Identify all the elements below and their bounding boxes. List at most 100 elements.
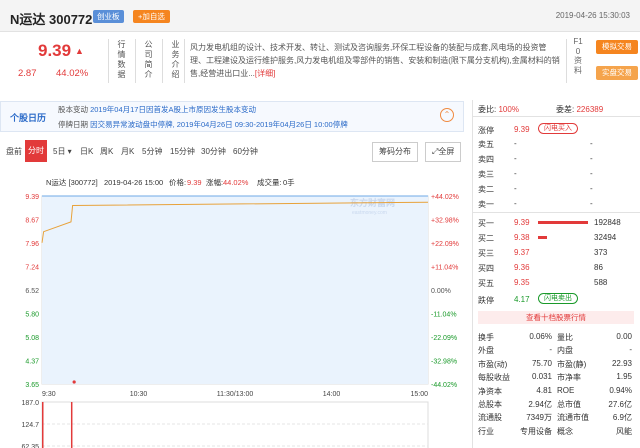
stat-value: 7349万 (526, 413, 552, 423)
divider (566, 39, 567, 83)
stat-value: 0.00 (616, 332, 632, 341)
tab-5day[interactable]: 5日 ▾ (53, 146, 72, 157)
tab-weekly-k[interactable]: 周K (100, 146, 113, 157)
divider (135, 39, 136, 83)
y-tick-label-left: 5.08 (25, 335, 39, 342)
event-key: 停牌日期 (58, 120, 88, 129)
buy-level-price: 9.39 (514, 218, 530, 227)
calendar-event-capital: 股本变动 2019年04月17日因首发A股上市原因发生股本变动 (58, 104, 256, 115)
sell-level-label: 卖二 (478, 185, 494, 194)
volume-tick-label: 62.35 (21, 444, 39, 448)
intraday-chart[interactable]: N运达 [300772] 2019-04-26 15:00 价格: 9.39 涨… (0, 174, 470, 448)
fullscreen-button[interactable]: ⤢全屏 (425, 142, 462, 162)
tab-60min[interactable]: 60分钟 (233, 146, 258, 157)
stat-value: 0.94% (609, 385, 632, 395)
stat-value: 75.70 (531, 358, 552, 368)
price-area-fill (42, 196, 428, 384)
event-marker (72, 380, 76, 384)
tab-business-intro[interactable]: 业务介绍 (170, 40, 181, 80)
chip-distribution-button[interactable]: 筹码分布 (372, 142, 418, 162)
bid-diff-value: 226389 (576, 105, 604, 114)
view-level10-button[interactable]: 查看十档股票行情 (478, 311, 634, 324)
business-description: 风力发电机组的设计、技术开发、转让、测试及咨询服务,环保工程设备的装配与成套,风… (190, 41, 560, 80)
stat-label: 量比 (557, 333, 573, 342)
fullscreen-label: 全屏 (438, 147, 455, 156)
stock-title: N运达 300772 (10, 12, 93, 27)
stat-label: 外盘 (478, 346, 494, 356)
f10-link[interactable]: F10资料 (573, 37, 583, 75)
y-tick-label-left: 7.96 (25, 241, 39, 248)
chart-date: 2019-04-26 15:00 (104, 178, 163, 187)
tab-company-profile[interactable]: 公司简介 (143, 40, 154, 80)
buy-level-label: 买四 (478, 264, 494, 273)
tab-30min[interactable]: 30分钟 (201, 146, 226, 157)
add-watchlist-button[interactable]: +加自选 (133, 10, 170, 23)
board-badge[interactable]: 创业板 (93, 10, 124, 23)
tab-quote-data[interactable]: 行情数据 (116, 40, 127, 80)
divider (162, 39, 163, 83)
divider (472, 212, 640, 213)
tab-premarket[interactable]: 盘前 (6, 146, 22, 157)
y-tick-label-right: 0.00% (431, 288, 451, 295)
sell-level-volume: - (590, 139, 593, 148)
chart-stock-name: N运达 [300772] (46, 177, 98, 187)
y-tick-label-right: +44.02% (431, 194, 459, 201)
y-tick-label-left: 5.80 (25, 312, 39, 319)
y-tick-label-right: -32.98% (431, 359, 457, 366)
stat-value: 6.9亿 (612, 413, 632, 423)
stat-label: 行业 (478, 426, 494, 436)
stat-label: 流通股 (478, 413, 502, 423)
price-change: 2.87 (18, 68, 37, 79)
tab-5min[interactable]: 5分钟 (142, 146, 162, 157)
sell-level-price: - (514, 139, 517, 148)
event-key: 股本变动 (58, 105, 88, 114)
y-tick-label-right: -22.09% (431, 335, 457, 342)
stat-label: 每股收益 (478, 373, 510, 383)
event-value-link[interactable]: 2019年04月17日因首发A股上市原因发生股本变动 (90, 105, 256, 114)
price-up-icon: ▲ (75, 46, 84, 56)
flash-sell-button[interactable]: 闪电卖出 (538, 293, 578, 304)
sell-level-volume: - (590, 199, 593, 208)
real-trade-button[interactable]: 实盘交易 (596, 66, 638, 80)
event-value-link[interactable]: 因交易异常波动盘中停牌, 2019年04月26日 09:30-2019年04月2… (90, 120, 348, 129)
description-more-link[interactable]: [详细] (255, 69, 275, 78)
volume-bar (42, 402, 44, 448)
y-tick-label-right: -44.02% (431, 382, 457, 389)
tab-monthly-k[interactable]: 月K (121, 146, 134, 157)
bid-ratio-value: 100% (498, 105, 519, 114)
calendar-title: 个股日历 (10, 113, 47, 123)
x-tick-label: 15:00 (410, 391, 428, 398)
y-tick-label-right: +22.09% (431, 241, 459, 248)
stat-label: 换手 (478, 333, 494, 342)
stat-label: 净资本 (478, 386, 502, 396)
buy-level-label: 买三 (478, 249, 494, 258)
sell-level-price: - (514, 184, 517, 193)
x-tick-label: 11:30/13:00 (217, 391, 254, 398)
stat-value: 27.6亿 (608, 400, 632, 409)
stat-value: 22.93 (611, 358, 632, 368)
sell-level-volume: - (590, 169, 593, 178)
x-tick-label: 9:30 (42, 391, 56, 398)
stat-value: - (549, 345, 552, 355)
volume-bar (70, 402, 73, 448)
volume-tick-label: 187.0 (21, 400, 39, 407)
tab-intraday[interactable]: 分时 (25, 140, 47, 162)
chart-change-value: 44.02% (223, 178, 249, 187)
sell-level-price: - (514, 199, 517, 208)
divider (472, 116, 640, 117)
y-tick-label-left: 8.67 (25, 218, 39, 225)
flash-buy-button[interactable]: 闪电买入 (538, 123, 578, 134)
tab-daily-k[interactable]: 日K (80, 146, 93, 157)
chart-volume-label: 成交量: (257, 177, 282, 187)
sell-level-volume: - (590, 184, 593, 193)
collapse-up-icon[interactable]: ⌃ (440, 108, 454, 122)
tab-15min[interactable]: 15分钟 (170, 146, 195, 157)
stat-value: - (629, 345, 632, 355)
simulate-trade-button[interactable]: 模拟交易 (596, 40, 638, 54)
buy-level-label: 买一 (478, 219, 494, 228)
sell-level-label: 卖四 (478, 155, 494, 164)
buy-level-label: 买二 (478, 234, 494, 243)
volume-tick-label: 124.7 (21, 422, 39, 429)
calendar-event-halt: 停牌日期 因交易异常波动盘中停牌, 2019年04月26日 09:30-2019… (58, 119, 348, 130)
divider (108, 39, 109, 83)
